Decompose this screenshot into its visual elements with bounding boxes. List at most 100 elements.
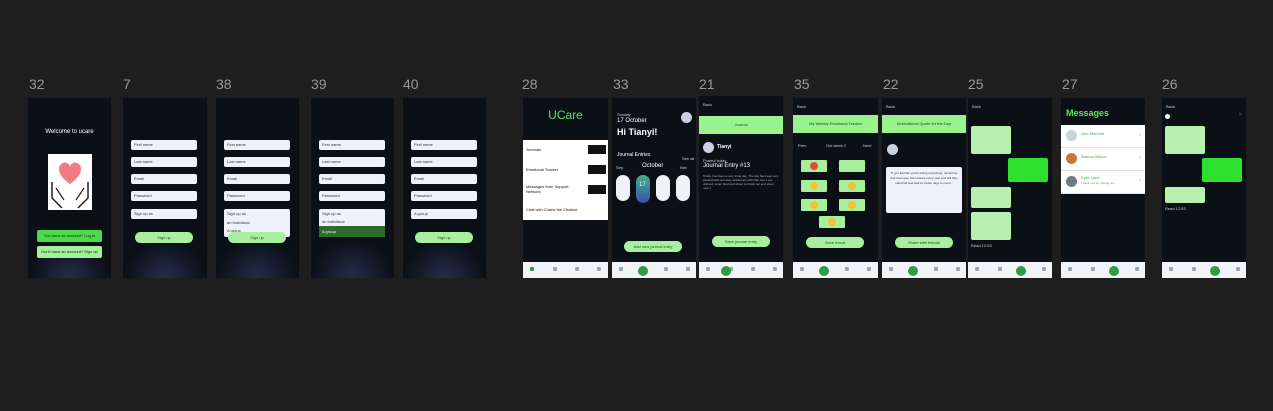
home-icon[interactable] <box>1169 267 1173 271</box>
first-name-field[interactable]: First name <box>131 140 197 150</box>
back-button[interactable]: Back <box>797 104 806 109</box>
last-name-field[interactable]: Last name <box>319 157 385 167</box>
sign-up-as-dropdown[interactable]: Sign up as an Individual A group <box>319 209 385 237</box>
home-icon[interactable] <box>889 267 893 271</box>
mood-happy[interactable] <box>819 216 845 228</box>
email-field[interactable]: Email <box>411 174 477 184</box>
bottom-nav <box>523 262 608 278</box>
journal-card[interactable] <box>656 175 670 201</box>
next-week[interactable]: Next <box>863 143 871 148</box>
back-button[interactable]: Back <box>972 104 981 109</box>
sign-up-as-select[interactable]: Sign up as <box>131 209 197 219</box>
profile-icon[interactable] <box>956 267 960 271</box>
journal-active-icon[interactable] <box>638 266 648 276</box>
profile-icon[interactable] <box>867 267 871 271</box>
first-name-field[interactable]: First name <box>319 140 385 150</box>
next-month[interactable]: Nov <box>680 165 687 170</box>
email-field[interactable]: Email <box>224 174 290 184</box>
home-icon[interactable] <box>706 267 710 271</box>
last-name-field[interactable]: Last name <box>131 157 197 167</box>
home-icon[interactable] <box>975 267 979 271</box>
frame-number: 26 <box>1162 76 1178 92</box>
password-field[interactable]: Password <box>131 191 197 201</box>
signup-dropdown-screen: First name Last name Email Password Sign… <box>216 98 299 278</box>
last-name-field[interactable]: Last name <box>411 157 477 167</box>
active-tab-icon[interactable] <box>908 266 918 276</box>
prev-month[interactable]: Sep <box>616 165 623 170</box>
active-tab-icon[interactable] <box>1016 266 1026 276</box>
active-tab-icon[interactable] <box>1210 266 1220 276</box>
back-button[interactable]: Back <box>1166 104 1175 109</box>
option-group-highlighted[interactable]: A group <box>319 226 385 237</box>
profile-icon[interactable] <box>1042 267 1046 271</box>
save-journal-button[interactable]: Save journal entry <box>712 236 770 247</box>
contact-name: Kylie Lane <box>1081 175 1100 180</box>
chat-icon[interactable] <box>664 267 668 271</box>
sign-up-button[interactable]: Sign up <box>135 232 193 243</box>
home-icon[interactable] <box>530 267 534 271</box>
mood-calm[interactable] <box>801 180 827 192</box>
first-name-field[interactable]: First name <box>224 140 290 150</box>
password-field[interactable]: Password <box>411 191 477 201</box>
chat-bubble-received <box>1165 187 1205 203</box>
email-field[interactable]: Email <box>131 174 197 184</box>
profile-icon[interactable] <box>1236 267 1240 271</box>
save-mood-button[interactable]: Save mood <box>806 237 864 248</box>
chat-icon[interactable] <box>575 267 579 271</box>
chat-icon[interactable] <box>845 267 849 271</box>
home-icon[interactable] <box>800 267 804 271</box>
journal-icon[interactable] <box>553 267 557 271</box>
active-tab-icon[interactable] <box>1109 266 1119 276</box>
last-name-field[interactable]: Last name <box>224 157 290 167</box>
email-field[interactable]: Email <box>319 174 385 184</box>
menu-item-emotional-tracker[interactable]: Emotional Tracker <box>523 160 608 181</box>
password-field[interactable]: Password <box>224 191 290 201</box>
login-button[interactable]: You have an account? Log in <box>37 230 102 242</box>
journal-icon[interactable] <box>1192 267 1196 271</box>
sign-up-as-select[interactable]: A group <box>411 209 477 219</box>
bottom-nav <box>793 262 878 278</box>
journal-card-selected[interactable]: 17 <box>636 175 650 203</box>
profile-icon[interactable] <box>1135 267 1139 271</box>
sign-up-button[interactable]: Sign up <box>228 232 286 243</box>
back-button[interactable]: Back <box>703 102 712 107</box>
menu-item-chatbot[interactable]: Chat with Charis the Chatbot <box>523 200 608 220</box>
journal-card[interactable] <box>676 175 690 201</box>
home-icon[interactable] <box>1068 267 1072 271</box>
profile-icon[interactable] <box>597 267 601 271</box>
chat-icon[interactable] <box>934 267 938 271</box>
password-field[interactable]: Password <box>319 191 385 201</box>
journal-icon[interactable] <box>1091 267 1095 271</box>
mood-angry[interactable] <box>801 160 827 172</box>
mood-sad[interactable] <box>801 199 827 211</box>
option-individual[interactable]: an Individual <box>322 219 344 224</box>
contact-row[interactable]: Kylie Lane Thank you for getting out... … <box>1061 171 1145 194</box>
profile-icon[interactable] <box>686 267 690 271</box>
contact-row[interactable]: Ramos Wilson › <box>1061 148 1145 171</box>
contact-row[interactable]: Alex Marchal › <box>1061 125 1145 148</box>
chat-icon[interactable] <box>751 267 755 271</box>
background-glow <box>123 238 207 278</box>
journal-icon[interactable] <box>998 267 1002 271</box>
close-icon[interactable]: × <box>1238 112 1242 118</box>
menu-item-messages[interactable]: Messages from Support Network <box>523 180 608 201</box>
signup-button[interactable]: Don't have an account? Sign up now <box>37 246 102 266</box>
see-all-link[interactable]: See all <box>682 156 694 161</box>
mood-crying[interactable] <box>839 199 865 211</box>
mood-empty[interactable] <box>839 160 865 172</box>
mood-tired[interactable] <box>839 180 865 192</box>
sign-up-button[interactable]: Sign up <box>415 232 473 243</box>
menu-item-journals[interactable]: Journals <box>523 140 608 161</box>
home-icon[interactable] <box>619 267 623 271</box>
add-journal-button[interactable]: Add new journal entry <box>624 241 682 252</box>
avatar[interactable] <box>681 112 692 123</box>
share-button[interactable]: Share with friends <box>895 237 953 248</box>
active-tab-icon[interactable] <box>721 266 731 276</box>
profile-icon[interactable] <box>773 267 777 271</box>
option-individual[interactable]: an Individual <box>227 220 249 225</box>
first-name-field[interactable]: First name <box>411 140 477 150</box>
active-tab-icon[interactable] <box>819 266 829 276</box>
prev-week[interactable]: Prev <box>798 143 806 148</box>
back-button[interactable]: Back <box>886 104 895 109</box>
journal-card[interactable] <box>616 175 630 201</box>
